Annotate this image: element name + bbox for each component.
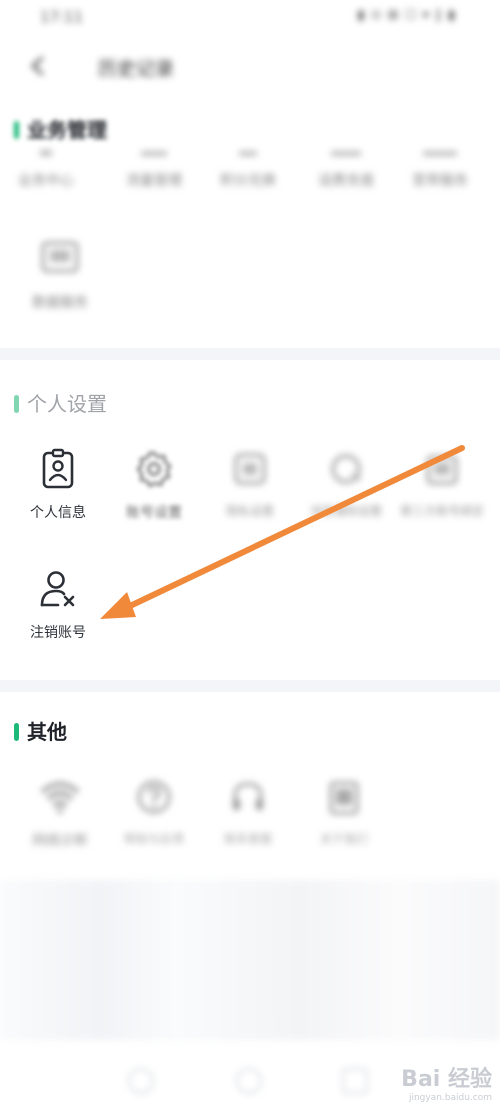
annotation-arrow (100, 445, 465, 619)
watermark-brand: Bai 经验 (401, 1067, 492, 1092)
watermark: Bai 经验 jingyan.baidu.com (401, 1061, 492, 1103)
watermark-url: jingyan.baidu.com (408, 1093, 492, 1103)
